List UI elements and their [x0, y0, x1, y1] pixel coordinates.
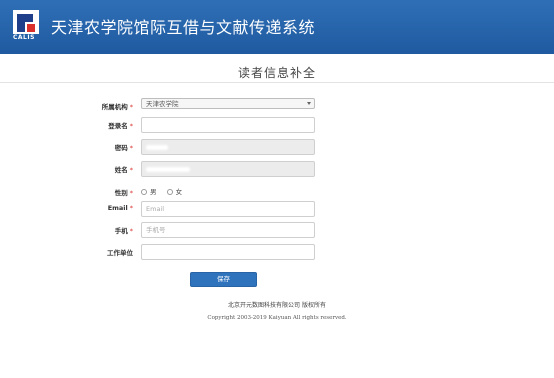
save-button[interactable]: 保存 [190, 272, 257, 287]
institution-row: 所属机构 * 天津农学院 [0, 98, 554, 116]
site-title: 天津农学院馆际互借与文献传递系统 [51, 18, 316, 37]
institution-label: 所属机构 * [101, 103, 133, 111]
logo-text: CALIS [13, 34, 35, 41]
name-field[interactable] [141, 161, 315, 177]
phone-input[interactable] [141, 222, 315, 238]
gender-option-male[interactable]: 男 [141, 186, 157, 196]
gender-option-female[interactable]: 女 [166, 186, 182, 196]
page-title: 读者信息补全 [237, 66, 316, 80]
password-field[interactable] [141, 139, 315, 155]
footer-company: 北京开元数图科技有限公司 版权所有 [228, 302, 326, 309]
institution-value: 天津农学院 [146, 100, 179, 108]
email-label: Email * [107, 204, 133, 212]
password-row: 密码 * [0, 139, 554, 157]
name-label: 姓名 * [114, 166, 133, 174]
institution-select[interactable]: 天津农学院 [141, 98, 315, 109]
phone-row: 手机 * [0, 222, 554, 240]
email-row: Email * [0, 201, 554, 219]
email-input[interactable] [141, 201, 315, 217]
radio-icon[interactable] [141, 189, 147, 195]
name-row: 姓名 * [0, 161, 554, 179]
radio-icon[interactable] [166, 189, 173, 195]
title-divider [0, 82, 554, 83]
redacted-value [146, 167, 190, 172]
work-unit-input[interactable] [141, 244, 315, 260]
phone-label: 手机 * [114, 227, 133, 235]
username-label: 登录名 * [108, 122, 133, 130]
redacted-value [146, 145, 168, 150]
username-row: 登录名 * [0, 117, 554, 135]
gender-row: 性别 * 男 女 [0, 184, 554, 202]
gender-label: 性别 * [114, 189, 133, 197]
work-unit-label: 工作单位 [107, 249, 133, 257]
footer-copyright: Copyright 2003-2019 Kaiyuan All rights r… [207, 315, 347, 321]
chevron-down-icon [307, 102, 311, 105]
work-unit-row: 工作单位 [0, 244, 554, 262]
site-header: CALIS 天津农学院馆际互借与文献传递系统 [0, 0, 554, 54]
password-label: 密码 * [114, 144, 133, 152]
username-input[interactable] [141, 117, 315, 133]
gender-radio-group: 男 女 [141, 186, 190, 196]
